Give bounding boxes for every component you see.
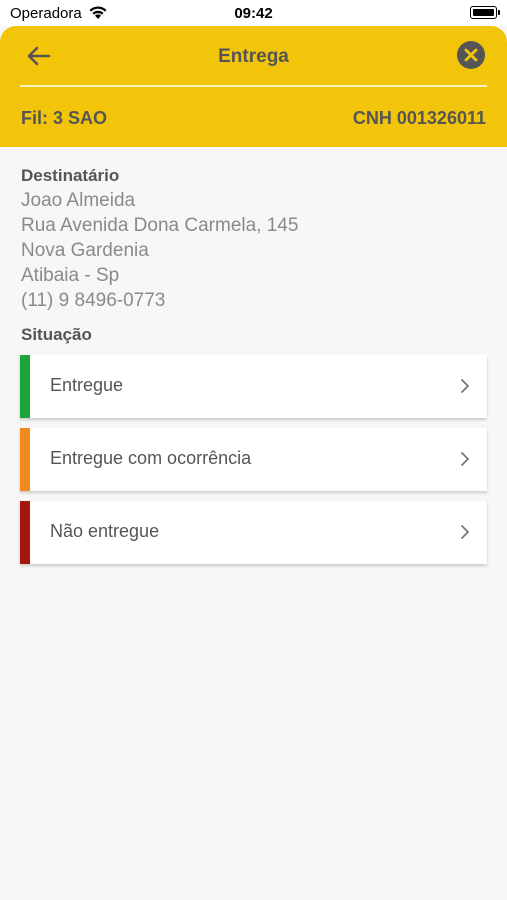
situation-heading: Situação xyxy=(21,325,92,344)
page-title: Entrega xyxy=(218,46,289,67)
chevron-right-icon xyxy=(459,451,471,467)
recipient-street: Rua Avenida Dona Carmela, 145 xyxy=(21,215,299,236)
recipient-section: Destinatário Joao Almeida Rua Avenida Do… xyxy=(21,166,486,345)
branch-label: Fil: 3 SAO xyxy=(21,108,108,128)
chevron-right-icon xyxy=(459,378,471,394)
status-color-bar xyxy=(20,355,30,418)
close-icon[interactable] xyxy=(457,41,485,69)
clock: 09:42 xyxy=(234,5,273,22)
option-not-delivered[interactable]: Não entregue xyxy=(20,501,487,564)
option-label: Entregue com ocorrência xyxy=(50,448,252,468)
status-bar: Operadora 09:42 xyxy=(0,0,507,26)
recipient-district: Nova Gardenia xyxy=(21,240,149,261)
option-delivered-with-occurrence[interactable]: Entregue com ocorrência xyxy=(20,428,487,491)
recipient-name: Joao Almeida xyxy=(21,190,136,211)
recipient-city: Atibaia - Sp xyxy=(21,265,120,286)
situation-options: Entregue Entregue com ocorrência Não ent… xyxy=(20,355,487,574)
recipient-heading: Destinatário xyxy=(21,166,120,185)
option-label: Não entregue xyxy=(50,521,160,541)
battery-icon xyxy=(470,6,500,19)
cnh-label: CNH 001326011 xyxy=(352,108,486,128)
status-color-bar xyxy=(20,428,30,491)
header-divider xyxy=(20,85,487,87)
option-label: Entregue xyxy=(50,375,124,395)
recipient-phone: (11) 9 8496-0773 xyxy=(21,290,166,311)
chevron-right-icon xyxy=(459,524,471,540)
header-bar: Entrega Fil: 3 SAO CNH 001326011 xyxy=(0,26,507,147)
status-color-bar xyxy=(20,501,30,564)
option-delivered[interactable]: Entregue xyxy=(20,355,487,418)
